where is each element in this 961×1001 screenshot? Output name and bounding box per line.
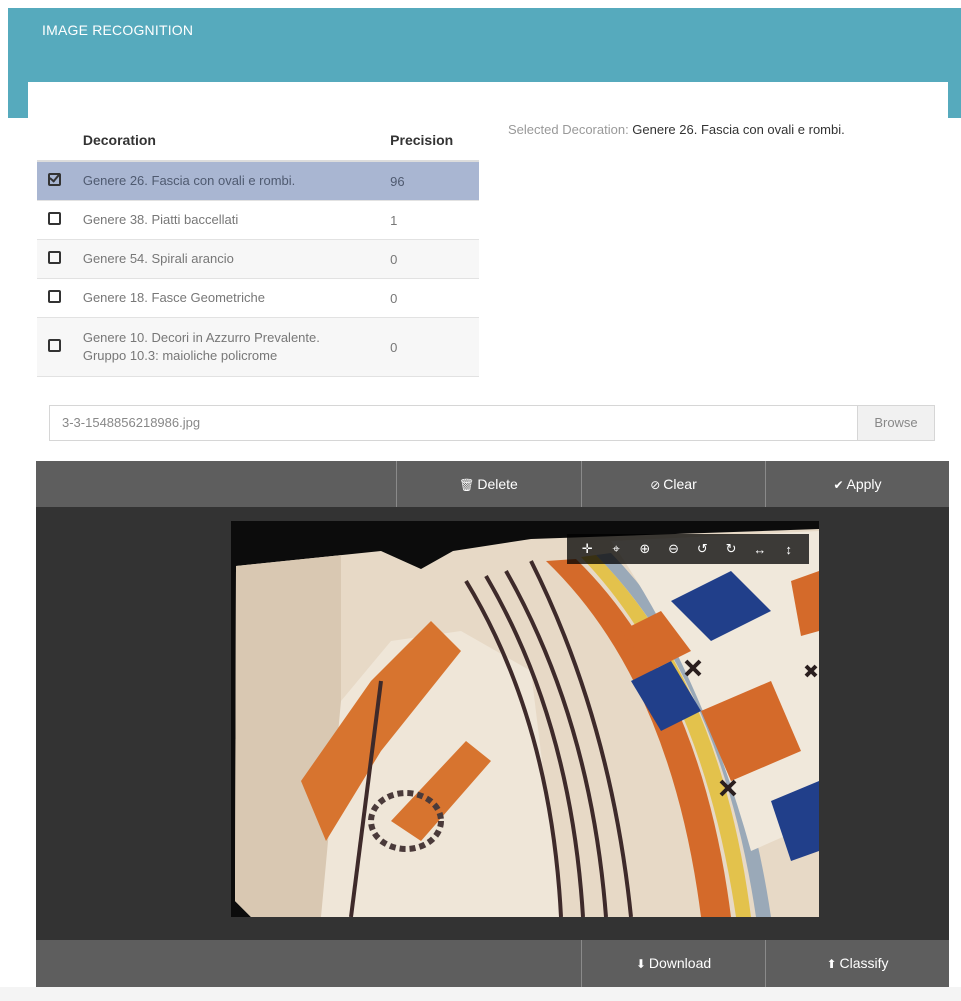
browse-button[interactable]: Browse [857,406,934,440]
delete-button[interactable]: 🗑 Delete [396,461,580,507]
column-header-decoration: Decoration [72,120,383,162]
decoration-name: Genere 18. Fasce Geometriche [72,278,383,318]
checkbox-icon[interactable] [48,212,62,225]
precision-value: 0 [382,239,479,279]
page-footer-strip [0,987,961,1001]
table-row[interactable]: Genere 26. Fascia con ovali e rombi. 96 [37,161,479,201]
crop-icon[interactable]: ⌖ [606,541,626,557]
table-header-row: Decoration Precision [37,120,479,162]
table-row[interactable]: Genere 38. Piatti baccellati 1 [37,200,479,240]
decoration-name-line2: Gruppo 10.3: maioliche policrome [82,348,278,363]
crop-toolbar: ✛ ⌖ ⊕ ⊖ ↺ ↻ ↔ ↕ [567,534,809,564]
column-header-check [37,120,73,162]
decoration-name: Genere 38. Piatti baccellati [72,200,383,240]
selected-decoration-label: Selected Decoration: [508,122,633,137]
apply-button[interactable]: ✔ Apply [765,461,949,507]
precision-value: 0 [382,317,479,377]
checkbox-icon[interactable] [48,251,62,264]
ceramic-fragment-photo [231,521,819,917]
checkbox-icon[interactable] [48,290,62,303]
flip-vertical-icon[interactable]: ↕ [779,542,799,557]
precision-value: 0 [382,278,479,318]
app-header: IMAGE RECOGNITION [8,8,961,130]
upload-icon: ⬆ [826,957,837,971]
classify-button[interactable]: ⬆ Classify [765,940,949,987]
image-editor-canvas[interactable]: ✛ ⌖ ⊕ ⊖ ↺ ↻ ↔ ↕ [36,507,949,940]
decoration-name-line1: Genere 10. Decori in Azzurro Prevalente. [82,330,320,345]
ceramic-fragment-image[interactable]: ✛ ⌖ ⊕ ⊖ ↺ ↻ ↔ ↕ [231,521,819,917]
download-button[interactable]: ⬇ Download [581,940,765,987]
rotate-left-icon[interactable]: ↺ [692,541,712,557]
editor-bottom-bar: ⬇ Download ⬆ Classify [36,940,949,987]
column-header-precision: Precision [382,120,479,162]
selected-decoration-value: Genere 26. Fascia con ovali e rombi. [632,122,845,137]
file-input-group: 3-3-1548856218986.jpg Browse [49,405,935,441]
page-title: IMAGE RECOGNITION [42,22,194,38]
decoration-table: Decoration Precision Genere 26. Fascia c… [37,120,479,377]
checkbox-icon[interactable] [48,339,62,352]
table-row[interactable]: Genere 54. Spirali arancio 0 [37,239,479,279]
clear-button[interactable]: ⊘ Clear [581,461,765,507]
selected-decoration: Selected Decoration: Genere 26. Fascia c… [508,122,845,137]
editor-toolbar: 🗑 Delete ⊘ Clear ✔ Apply [36,461,949,507]
decoration-name: Genere 10. Decori in Azzurro Prevalente.… [72,317,383,377]
zoom-out-icon[interactable]: ⊖ [664,541,684,557]
check-icon: ✔ [833,478,844,492]
table-row[interactable]: Genere 10. Decori in Azzurro Prevalente.… [37,317,479,377]
trash-icon: 🗑 [459,478,475,492]
precision-value: 96 [382,161,479,201]
file-name-field[interactable]: 3-3-1548856218986.jpg [62,415,200,430]
rotate-right-icon[interactable]: ↻ [721,541,741,557]
checkbox-checked-icon[interactable] [48,173,62,186]
download-icon: ⬇ [635,957,646,971]
ban-icon: ⊘ [650,478,661,492]
flip-horizontal-icon[interactable]: ↔ [750,542,770,557]
decoration-name: Genere 26. Fascia con ovali e rombi. [72,161,383,201]
decoration-name: Genere 54. Spirali arancio [72,239,383,279]
table-row[interactable]: Genere 18. Fasce Geometriche 0 [37,278,479,318]
zoom-in-icon[interactable]: ⊕ [635,541,655,557]
precision-value: 1 [382,200,479,240]
move-icon[interactable]: ✛ [577,541,597,557]
